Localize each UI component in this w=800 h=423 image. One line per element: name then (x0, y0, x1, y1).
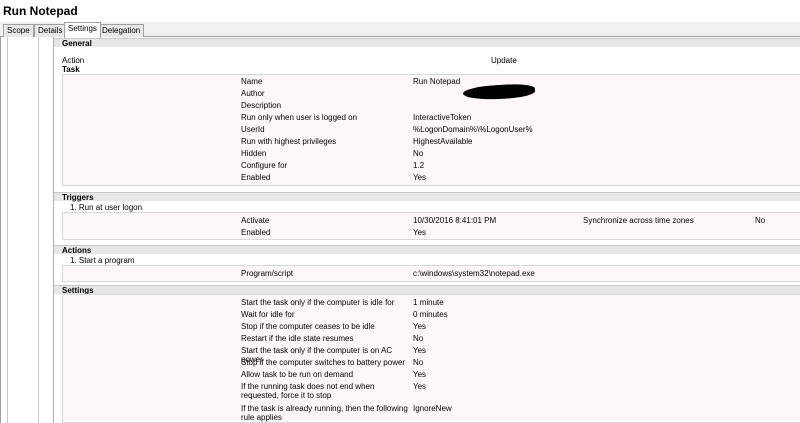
task-row: Hidden No (63, 148, 800, 160)
action-value: Update (491, 56, 517, 65)
action-row: Program/script c:\windows\system32\notep… (63, 268, 800, 280)
task-enabled-value: Yes (413, 173, 427, 182)
program-script-value: c:\windows\system32\notepad.exe (413, 269, 535, 278)
tab-settings[interactable]: Settings (64, 22, 101, 38)
task-row: Run with highest privileges HighestAvail… (63, 136, 800, 148)
hidden-label: Hidden (241, 149, 267, 158)
tab-scope[interactable]: Scope (3, 24, 34, 37)
run-level-value: HighestAvailable (413, 137, 473, 146)
setting-row: Start the task only if the computer is i… (63, 297, 800, 309)
hidden-value: No (413, 149, 424, 158)
trigger-enabled-label: Enabled (241, 228, 271, 237)
section-header-settings: Settings (54, 285, 800, 295)
setting-row: Start the task only if the computer is o… (63, 345, 800, 364)
action-properties-table: Program/script c:\windows\system32\notep… (62, 265, 800, 282)
configure-for-value: 1.2 (413, 161, 425, 170)
window-title: Run Notepad (3, 4, 78, 18)
description-label: Description (241, 101, 282, 110)
sync-time-zones-label: Synchronize across time zones (583, 216, 694, 225)
configure-for-label: Configure for (241, 161, 288, 170)
action-label: Action (62, 56, 85, 65)
task-row: Enabled Yes (63, 172, 800, 184)
trigger-item: 1. Run at user logon (70, 203, 143, 212)
task-enabled-label: Enabled (241, 173, 271, 182)
trigger-enabled-value: Yes (413, 228, 427, 237)
activate-label: Activate (241, 216, 270, 225)
section-title-triggers: Triggers (62, 193, 94, 202)
sync-time-zones-value: No (755, 216, 766, 225)
tab-details[interactable]: Details (34, 24, 67, 37)
trigger-properties-table: Activate 10/30/2016 8:41:01 PM Synchroni… (62, 212, 800, 240)
stop-on-idle-end-value: Yes (413, 322, 427, 331)
task-properties-table: Name Run Notepad Author Description Run … (62, 74, 800, 186)
task-row: Run only when user is logged on Interact… (63, 112, 800, 124)
tab-delegation[interactable]: Delegation (98, 24, 145, 37)
window-title-bar: Run Notepad (0, 0, 800, 22)
action-item: 1. Start a program (70, 256, 135, 265)
userid-label: UserId (241, 125, 265, 134)
multiple-instances-label: If the task is already running, then the… (241, 404, 408, 422)
task-row: Author (63, 83, 800, 101)
setting-row: If the running task does not end when re… (63, 381, 800, 403)
force-stop-value: Yes (413, 382, 427, 391)
restart-on-idle-label: Restart if the idle state resumes (241, 334, 354, 343)
ac-power-value: Yes (413, 346, 427, 355)
logon-type-value: InteractiveToken (413, 113, 472, 122)
vertical-scrollbar[interactable] (7, 37, 39, 423)
setting-row: Stop if the computer switches to battery… (63, 357, 800, 369)
idle-start-value: 1 minute (413, 298, 444, 307)
section-header-actions: Actions (54, 245, 800, 255)
trigger-row: Activate 10/30/2016 8:41:01 PM Synchroni… (63, 215, 800, 227)
setting-row: Allow task to be run on demand Yes (63, 369, 800, 381)
setting-row: Wait for idle for 0 minutes (63, 309, 800, 321)
settings-report-pane: General Action Update Task Name Run Note… (0, 37, 800, 423)
battery-stop-label: Stop if the computer switches to battery… (241, 358, 406, 367)
idle-start-label: Start the task only if the computer is i… (241, 298, 395, 307)
logon-type-label: Run only when user is logged on (241, 113, 358, 122)
report-content: General Action Update Task Name Run Note… (53, 37, 800, 423)
section-title-actions: Actions (62, 246, 92, 255)
wait-idle-label: Wait for idle for (241, 310, 295, 319)
section-header-general: General (54, 38, 800, 48)
task-heading: Task (62, 65, 80, 74)
setting-row: Stop if the computer ceases to be idle Y… (63, 321, 800, 333)
task-name-label: Name (241, 77, 263, 86)
section-title-general: General (62, 39, 92, 48)
task-name-value: Run Notepad (413, 77, 461, 86)
activate-value: 10/30/2016 8:41:01 PM (413, 216, 497, 225)
task-row: UserId %LogonDomain%\%LogonUser% (63, 124, 800, 136)
multiple-instances-value: IgnoreNew (413, 404, 452, 413)
setting-row: If the task is already running, then the… (63, 403, 800, 423)
author-label: Author (241, 89, 265, 98)
task-row: Name Run Notepad (63, 76, 800, 88)
userid-value: %LogonDomain%\%LogonUser% (413, 125, 533, 134)
tab-strip: Scope Details Settings Delegation (0, 22, 800, 38)
restart-on-idle-value: No (413, 334, 424, 343)
battery-stop-value: No (413, 358, 424, 367)
trigger-row: Enabled Yes (63, 227, 800, 239)
allow-demand-label: Allow task to be run on demand (241, 370, 354, 379)
run-level-label: Run with highest privileges (241, 137, 337, 146)
stop-on-idle-end-label: Stop if the computer ceases to be idle (241, 322, 375, 331)
force-stop-label: If the running task does not end when re… (241, 382, 375, 400)
settings-properties-table: Start the task only if the computer is i… (62, 294, 800, 423)
program-script-label: Program/script (241, 269, 294, 278)
allow-demand-value: Yes (413, 370, 427, 379)
wait-idle-value: 0 minutes (413, 310, 448, 319)
task-row: Description (63, 100, 800, 112)
task-row: Configure for 1.2 (63, 160, 800, 172)
setting-row: Restart if the idle state resumes No (63, 333, 800, 345)
section-header-triggers: Triggers (54, 192, 800, 202)
